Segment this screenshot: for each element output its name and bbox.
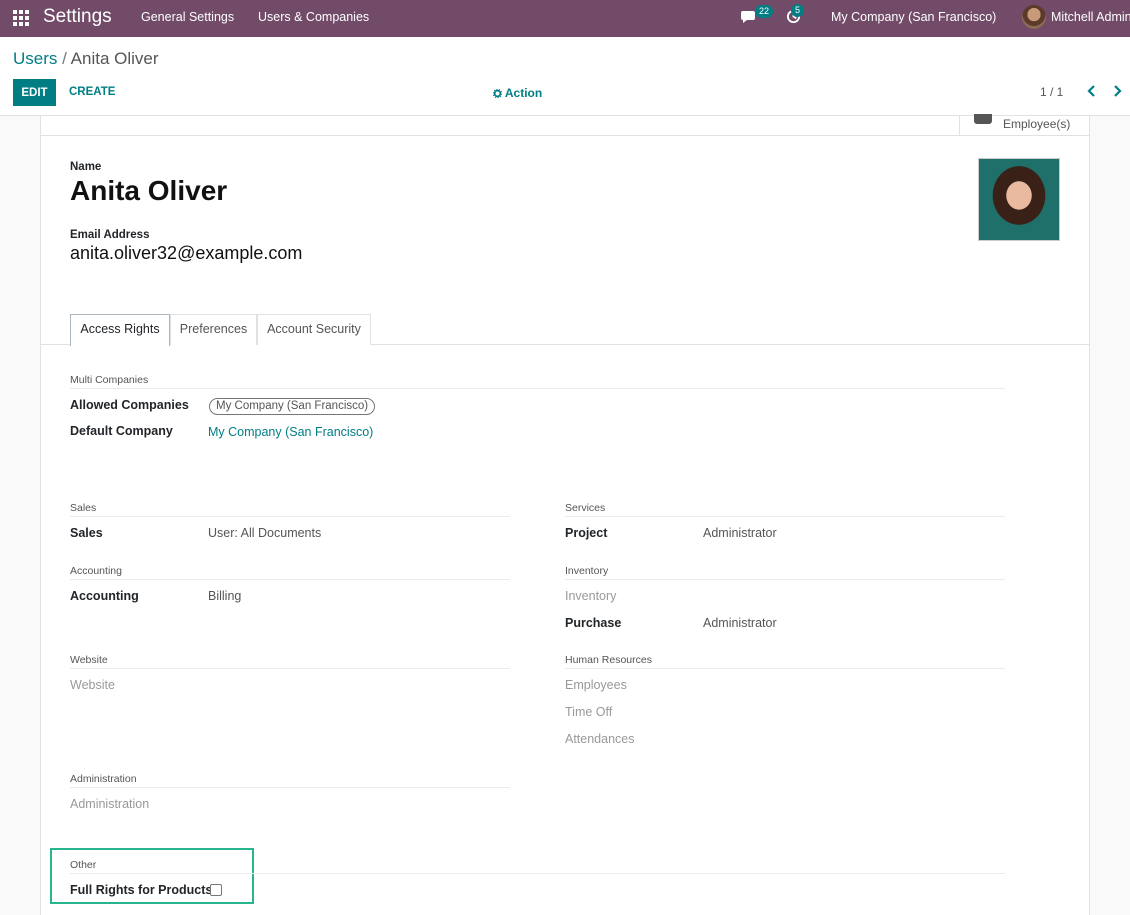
top-navbar: Settings General Settings Users & Compan… [0, 0, 1130, 37]
action-label: Action [504, 86, 543, 100]
form-sheet: Employee(s) Name Anita Oliver Email Addr… [40, 114, 1090, 915]
allowed-company-tag[interactable]: My Company (San Francisco) [209, 398, 376, 415]
accounting-value[interactable]: Billing [208, 589, 241, 603]
user-photo[interactable] [978, 158, 1060, 241]
divider [565, 516, 1005, 517]
app-title[interactable]: Settings [43, 6, 112, 28]
breadcrumb-users[interactable]: Users [13, 49, 57, 68]
sales-value[interactable]: User: All Documents [208, 526, 321, 540]
project-label: Project [565, 526, 608, 540]
tab-preferences[interactable]: Preferences [170, 314, 257, 345]
notebook-tabs: Access Rights Preferences Account Securi… [41, 314, 1089, 346]
breadcrumb: Users / Anita Oliver [13, 49, 159, 69]
user-name: Anita Oliver [70, 175, 228, 206]
administration-label: Administration [70, 797, 150, 811]
divider [565, 579, 1005, 580]
full-rights-products-checkbox[interactable] [210, 884, 222, 896]
sales-label: Sales [70, 526, 103, 540]
breadcrumb-separator: / [62, 49, 67, 68]
company-switcher[interactable]: My Company (San Francisco) [831, 10, 996, 24]
menu-users-companies[interactable]: Users & Companies [258, 10, 369, 24]
purchase-label: Purchase [565, 616, 622, 630]
divider [70, 787, 510, 788]
group-title-sales: Sales [70, 502, 97, 514]
employees-rights-label: Employees [565, 678, 627, 692]
user-menu[interactable]: Mitchell Admin [1051, 10, 1130, 24]
create-button[interactable]: CREATE [69, 79, 115, 106]
name-label: Name [70, 161, 102, 173]
group-title-services: Services [565, 502, 606, 514]
user-avatar[interactable] [1022, 5, 1046, 29]
group-title-accounting: Accounting [70, 565, 122, 577]
full-rights-products-label: Full Rights for Products [70, 883, 213, 897]
employees-label: Employee(s) [1003, 117, 1071, 131]
edit-button[interactable]: EDIT [13, 79, 56, 106]
divider [70, 873, 1005, 874]
accounting-label: Accounting [70, 589, 139, 603]
group-title-multi-companies: Multi Companies [70, 374, 149, 386]
divider [70, 668, 510, 669]
email-label: Email Address [70, 229, 150, 241]
divider [70, 579, 510, 580]
time-off-label: Time Off [565, 705, 613, 719]
attendances-label: Attendances [565, 732, 635, 746]
divider [70, 516, 510, 517]
action-dropdown[interactable]: Action [492, 86, 543, 100]
control-panel: Users / Anita Oliver EDIT CREATE Action … [0, 37, 1130, 116]
project-value[interactable]: Administrator [703, 526, 777, 540]
gear-icon [492, 88, 503, 99]
default-company-label: Default Company [70, 424, 173, 438]
pager-value[interactable]: 1 / 1 [1040, 85, 1063, 99]
messages-badge: 22 [755, 5, 774, 18]
inventory-label: Inventory [565, 589, 617, 603]
employee-icon [974, 114, 992, 124]
group-title-other: Other [70, 859, 97, 871]
group-title-administration: Administration [70, 773, 137, 785]
divider [70, 388, 1005, 389]
chevron-left-icon[interactable] [1084, 83, 1100, 99]
activities-badge: 5 [791, 4, 805, 17]
purchase-value[interactable]: Administrator [703, 616, 777, 630]
allowed-companies-label: Allowed Companies [70, 398, 189, 412]
chevron-right-icon[interactable] [1109, 83, 1125, 99]
user-email: anita.oliver32@example.com [70, 243, 303, 263]
group-title-website: Website [70, 654, 108, 666]
tab-account-security[interactable]: Account Security [257, 314, 371, 345]
group-title-human-resources: Human Resources [565, 654, 652, 666]
app-menu-icon[interactable] [13, 10, 29, 26]
default-company-value[interactable]: My Company (San Francisco) [208, 425, 373, 439]
menu-general-settings[interactable]: General Settings [141, 10, 234, 24]
employees-smart-button[interactable]: Employee(s) [959, 114, 1089, 136]
group-title-inventory: Inventory [565, 565, 609, 577]
website-label: Website [70, 678, 115, 692]
breadcrumb-current: Anita Oliver [70, 49, 159, 68]
tab-access-rights[interactable]: Access Rights [70, 314, 170, 346]
button-box: Employee(s) [41, 114, 1089, 136]
divider [565, 668, 1005, 669]
